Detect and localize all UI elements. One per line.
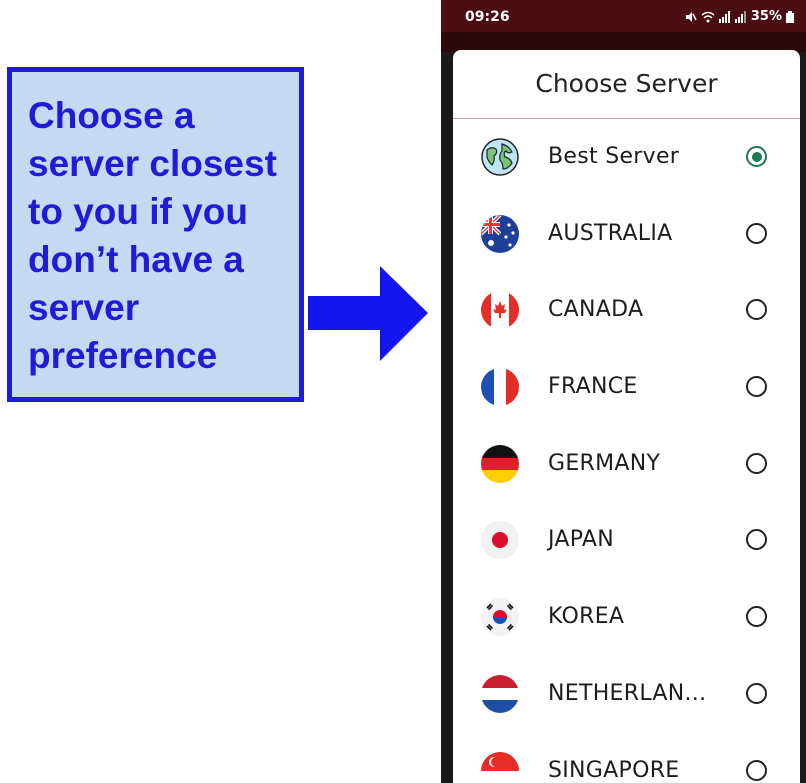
canada-flag-icon [481, 291, 519, 330]
annotation-line: to you if you [28, 191, 248, 232]
annotation-line: server [28, 287, 140, 328]
signal-icon [734, 10, 746, 23]
radio-unselected[interactable] [746, 682, 767, 704]
divider [453, 118, 800, 119]
battery-icon [786, 10, 794, 23]
france-flag-icon [481, 368, 519, 407]
singapore-flag-icon [481, 751, 519, 783]
annotation-callout: Choose a server closest to you if you do… [7, 67, 304, 402]
netherlands-flag-icon [481, 674, 519, 713]
status-bar: 09:26 35% [441, 0, 806, 32]
server-name: Best Server [548, 144, 680, 169]
mute-icon [685, 11, 697, 22]
server-option-singapore[interactable]: SINGAPORE [453, 734, 800, 783]
server-option-best[interactable]: Best Server [453, 120, 800, 197]
server-option-japan[interactable]: JAPAN [453, 503, 800, 580]
radio-unselected[interactable] [746, 299, 767, 321]
battery-level: 35% [750, 9, 782, 24]
server-name: KOREA [548, 604, 625, 630]
japan-flag-icon [481, 521, 519, 560]
server-option-germany[interactable]: GERMANY [453, 427, 800, 504]
status-time: 09:26 [465, 9, 510, 25]
australia-flag-icon [481, 214, 519, 253]
sheet-title: Choose Server [535, 69, 718, 98]
server-list: Best Server AUSTRALIA CANADA FRANCE GERM… [453, 120, 800, 783]
server-name: GERMANY [548, 450, 661, 476]
annotation-line: don’t have a [28, 239, 244, 280]
sheet-backdrop [441, 32, 806, 52]
phone-screen: 09:26 35% Choose Server Best Server AUST… [441, 0, 806, 783]
status-icons: 35% [685, 9, 794, 24]
server-name: FRANCE [548, 374, 638, 400]
server-name: SINGAPORE [548, 757, 680, 783]
radio-unselected[interactable] [746, 759, 767, 781]
signal-icon [718, 10, 730, 23]
annotation-line: Choose a [28, 95, 195, 136]
radio-unselected[interactable] [746, 376, 767, 398]
radio-selected[interactable] [746, 146, 767, 167]
server-sheet: Choose Server Best Server AUSTRALIA CANA… [453, 50, 800, 783]
arrow-right-icon [308, 266, 428, 361]
annotation-line: preference [28, 335, 218, 376]
server-name: AUSTRALIA [548, 220, 673, 246]
server-name: NETHERLAN... [548, 680, 707, 706]
server-option-australia[interactable]: AUSTRALIA [453, 197, 800, 274]
korea-flag-icon [481, 598, 519, 637]
radio-unselected[interactable] [746, 529, 767, 551]
server-name: CANADA [548, 297, 644, 323]
annotation-text: Choose a server closest to you if you do… [28, 92, 289, 380]
wifi-icon [701, 11, 715, 22]
server-option-canada[interactable]: CANADA [453, 273, 800, 350]
annotation-line: server closest [28, 143, 277, 184]
globe-icon [481, 138, 519, 176]
radio-unselected[interactable] [746, 222, 767, 244]
radio-unselected[interactable] [746, 606, 767, 628]
server-option-france[interactable]: FRANCE [453, 350, 800, 427]
server-option-netherlands[interactable]: NETHERLAN... [453, 657, 800, 734]
server-name: JAPAN [548, 527, 615, 553]
radio-unselected[interactable] [746, 452, 767, 474]
server-option-korea[interactable]: KOREA [453, 580, 800, 657]
germany-flag-icon [481, 444, 519, 483]
